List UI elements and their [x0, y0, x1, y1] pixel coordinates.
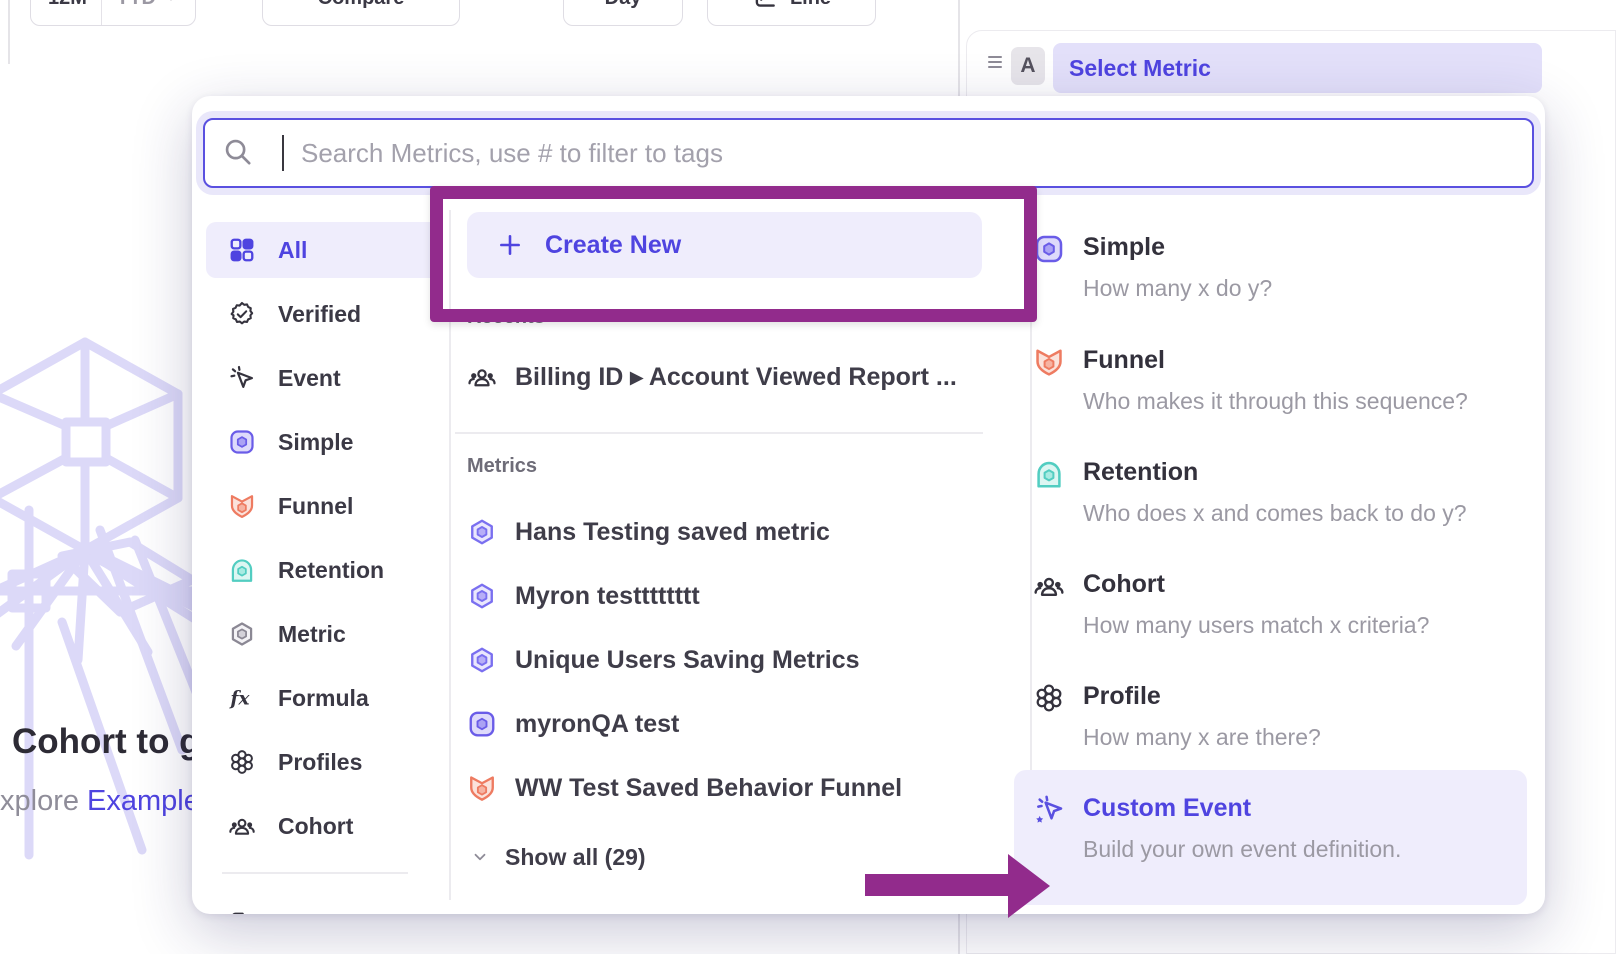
cohort-icon [228, 812, 256, 840]
sidebar-item-metric[interactable]: Metric [206, 606, 442, 662]
sidebar-item-simple[interactable]: Simple [206, 414, 442, 470]
simple-icon [467, 709, 497, 739]
cohort-icon [467, 362, 497, 392]
example-link[interactable]: Example [87, 785, 200, 817]
metric-picker-modal: All Verified Event [192, 96, 1545, 914]
search-icon [222, 136, 254, 168]
chevron-down-icon [164, 0, 178, 5]
formula-icon: fx [228, 684, 256, 712]
date-range-control[interactable]: 12M YTD [30, 0, 196, 26]
sidebar-item-all[interactable]: All [206, 222, 442, 278]
chevron-down-icon [471, 848, 489, 866]
metric-hexagon-purple-icon [467, 517, 497, 547]
sidebar-item-retention[interactable]: Retention [206, 542, 442, 598]
metric-hexagon-purple-icon [467, 645, 497, 675]
range-ytd-button[interactable]: YTD [101, 0, 192, 25]
type-retention[interactable]: Retention Who does x and comes back to d… [1033, 446, 1513, 546]
profiles-icon [228, 748, 256, 776]
series-badge: A [1011, 47, 1045, 85]
app-window: 12M YTD Compare Day Line A Select Metric [0, 0, 1616, 954]
annotation-highlight-box [430, 186, 1037, 322]
metric-item[interactable]: Myron testttttttt [467, 570, 700, 622]
drag-handle-icon[interactable] [987, 53, 1003, 71]
chart-type-line-button[interactable]: Line [707, 0, 876, 26]
funnel-icon [228, 492, 256, 520]
range-12m-button[interactable]: 12M [34, 0, 101, 25]
sidebar-item-funnel[interactable]: Funnel [206, 478, 442, 534]
metric-item[interactable]: WW Test Saved Behavior Funnel [467, 762, 902, 814]
verified-badge-icon [228, 300, 256, 328]
wireframe-illustration [0, 330, 210, 954]
custom-event-icon [1033, 794, 1065, 826]
simple-icon [1033, 233, 1065, 265]
show-all-button[interactable]: Show all (29) [471, 839, 646, 875]
annotation-arrow-icon [858, 848, 1058, 924]
sidebar-section-divider [222, 872, 408, 874]
profiles-icon [1033, 682, 1065, 714]
sidebar-item-event[interactable]: Event [206, 350, 442, 406]
metric-item[interactable]: Unique Users Saving Metrics [467, 634, 860, 686]
interval-day-button[interactable]: Day [563, 0, 683, 26]
metric-item[interactable]: Hans Testing saved metric [467, 506, 830, 558]
tag-icon [228, 910, 256, 914]
empty-state-subtitle: xplore Example [0, 785, 200, 818]
sidebar-item-clipped[interactable]: T [206, 896, 442, 914]
recents-metrics-divider [455, 432, 983, 434]
sidebar-item-verified[interactable]: Verified [206, 286, 442, 342]
retention-icon [1033, 458, 1065, 490]
cohort-icon [1033, 570, 1065, 602]
search-input[interactable] [203, 118, 1534, 188]
type-custom-event[interactable]: Custom Event Build your own event defini… [1033, 782, 1513, 882]
sidebar-item-cohort[interactable]: Cohort [206, 798, 442, 854]
type-profile[interactable]: Profile How many x are there? [1033, 670, 1513, 770]
empty-state-title: Cohort to ge [12, 722, 220, 762]
event-cursor-icon [228, 364, 256, 392]
compare-button[interactable]: Compare [262, 0, 460, 26]
funnel-icon [467, 773, 497, 803]
left-panel-edge [8, 0, 10, 64]
sidebar-item-formula[interactable]: fx Formula [206, 670, 442, 726]
metric-hexagon-icon [228, 620, 256, 648]
type-funnel[interactable]: Funnel Who makes it through this sequenc… [1033, 334, 1513, 434]
type-cohort[interactable]: Cohort How many users match x criteria? [1033, 558, 1513, 658]
sidebar-item-profiles[interactable]: Profiles [206, 734, 442, 790]
type-simple[interactable]: Simple How many x do y? [1033, 221, 1513, 321]
line-chart-icon [752, 0, 778, 11]
metric-item[interactable]: myronQA test [467, 698, 679, 750]
metric-hexagon-purple-icon [467, 581, 497, 611]
retention-icon [228, 556, 256, 584]
funnel-icon [1033, 346, 1065, 378]
text-caret [282, 135, 284, 171]
svg-text:fx: fx [228, 687, 250, 709]
grid-icon [228, 236, 256, 264]
recent-item-billing[interactable]: Billing ID ▸ Account Viewed Report ... [467, 351, 957, 403]
metrics-heading: Metrics [467, 455, 537, 478]
simple-icon [228, 428, 256, 456]
select-metric-field[interactable]: Select Metric [1053, 43, 1542, 93]
